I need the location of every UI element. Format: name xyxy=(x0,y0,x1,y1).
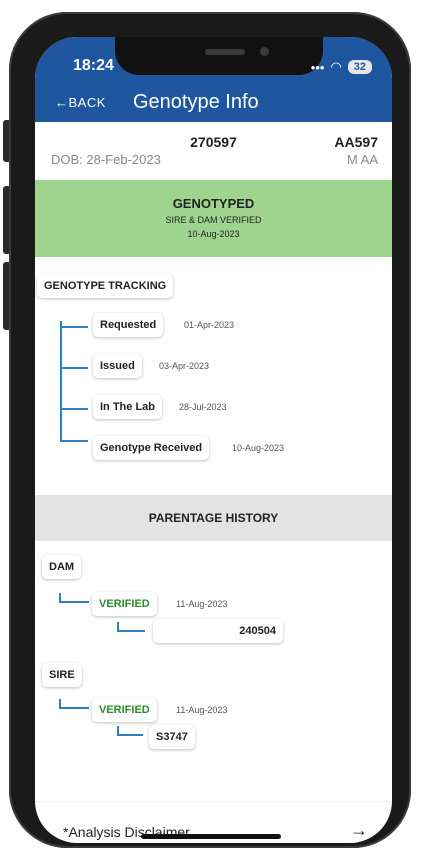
tracking-branch xyxy=(60,408,88,410)
genotype-date: 10-Aug-2023 xyxy=(187,229,240,239)
tracking-branch xyxy=(60,367,88,369)
animal-tag: AA597 xyxy=(334,134,378,150)
phone-frame: 18:24 ••• ◠ 32 ←BACK Genotype Info 27059… xyxy=(0,0,424,855)
sire-branch xyxy=(59,707,89,709)
page-title: Genotype Info xyxy=(133,91,259,113)
arrow-right-icon[interactable]: → xyxy=(350,820,368,841)
sire-verified-date: 11-Aug-2023 xyxy=(176,705,228,715)
tracking-step-in-the-lab: In The Lab xyxy=(93,395,162,419)
tracking-step-date: 03-Apr-2023 xyxy=(159,361,210,371)
tracking-branch xyxy=(60,326,88,328)
tracking-heading: GENOTYPE TRACKING xyxy=(37,274,174,298)
dam-sub-branch xyxy=(117,630,145,632)
back-button[interactable]: ←BACK xyxy=(55,95,106,110)
tracking-step-date: 10-Aug-2023 xyxy=(232,443,285,453)
tracking-step-date: 28-Jul-2023 xyxy=(179,402,227,412)
signal-icon: ••• xyxy=(310,59,325,75)
home-indicator xyxy=(141,834,281,839)
notch xyxy=(115,37,323,75)
dam-label: DAM xyxy=(42,555,82,579)
back-label: BACK xyxy=(68,95,106,110)
parentage-heading: PARENTAGE HISTORY xyxy=(35,495,392,541)
dam-branch xyxy=(59,601,89,603)
notch-speaker xyxy=(205,49,245,55)
status-icons: ••• ◠ 32 xyxy=(311,59,372,75)
genotype-status: GENOTYPED xyxy=(172,196,255,211)
animal-dob: DOB: 28-Feb-2023 xyxy=(51,152,161,167)
sire-sub-branch xyxy=(117,734,143,736)
sire-verified-status: VERIFIED xyxy=(92,698,157,722)
dam-parent-id: 240504 xyxy=(153,619,283,643)
tracking-step-requested: Requested xyxy=(93,313,164,337)
notch-camera xyxy=(260,47,269,56)
wifi-icon: ◠ xyxy=(330,59,342,74)
genotype-status-banner: GENOTYPED SIRE & DAM VERIFIED 10-Aug-202… xyxy=(35,180,392,257)
animal-sex-breed: M AA xyxy=(346,152,378,167)
animal-summary: 270597 DOB: 28-Feb-2023 AA597 M AA xyxy=(35,122,392,178)
tracking-step-genotype-received: Genotype Received xyxy=(93,436,210,460)
genotype-subtitle: SIRE & DAM VERIFIED xyxy=(165,215,262,225)
dam-verified-status: VERIFIED xyxy=(92,592,157,616)
battery-icon: 32 xyxy=(347,60,372,74)
disclaimer-row[interactable]: *Analysis Disclaimer → xyxy=(35,801,392,843)
tracking-tree-trunk xyxy=(60,321,62,441)
dam-verified-date: 11-Aug-2023 xyxy=(176,599,228,609)
status-time: 18:24 xyxy=(73,57,114,74)
sire-parent-id: S3747 xyxy=(149,725,195,749)
tracking-step-issued: Issued xyxy=(93,354,142,378)
arrow-left-icon: ← xyxy=(55,95,69,110)
screen: 18:24 ••• ◠ 32 ←BACK Genotype Info 27059… xyxy=(35,37,392,843)
tracking-step-date: 01-Apr-2023 xyxy=(184,320,235,330)
tracking-branch xyxy=(60,440,88,442)
app-bar: 18:24 ••• ◠ 32 ←BACK Genotype Info xyxy=(35,37,392,122)
sire-label: SIRE xyxy=(42,663,82,687)
